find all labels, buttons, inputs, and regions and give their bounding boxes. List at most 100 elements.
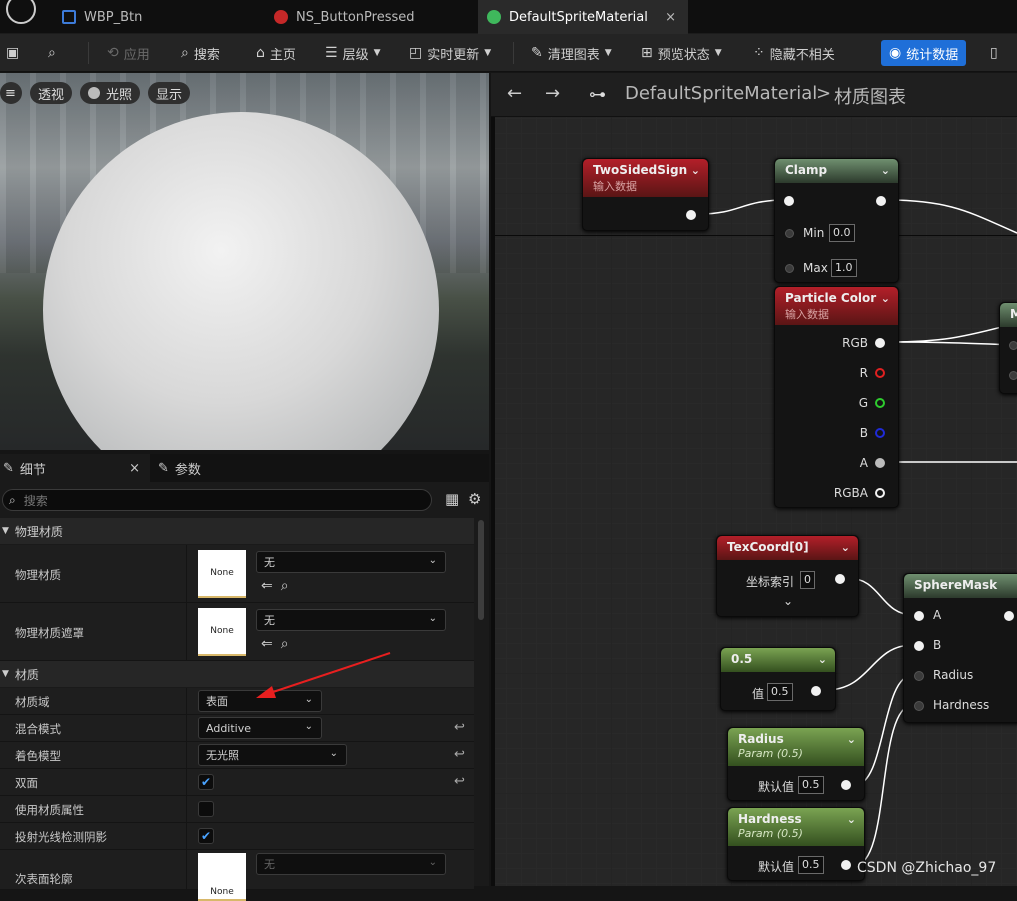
clean-graph-label: 清理图表 <box>547 47 600 63</box>
tab-wbp-btn[interactable]: WBP_Btn <box>62 0 142 34</box>
reset-to-default-icon[interactable]: ↩ <box>454 720 465 735</box>
output-pin[interactable] <box>1004 611 1014 621</box>
details-search-input[interactable]: ⌕ 搜索 <box>2 489 432 511</box>
chevron-down-icon[interactable]: ⌄ <box>881 292 890 305</box>
category-material[interactable]: ▼ 材质 <box>0 661 474 687</box>
min-value-field[interactable]: 0.0 <box>829 224 855 242</box>
use-selected-icon[interactable]: ⇐ <box>261 578 273 594</box>
default-value-field[interactable]: 0.5 <box>798 856 824 874</box>
close-icon[interactable]: × <box>665 10 676 25</box>
output-pin-r[interactable] <box>875 368 885 378</box>
asset-picker-dropdown[interactable]: 无 ⌄ <box>256 551 446 573</box>
output-pin[interactable] <box>811 686 821 696</box>
tab-details[interactable]: ✎ 细节 × <box>0 454 150 482</box>
shading-model-dropdown[interactable]: 无光照 ⌄ <box>198 744 347 766</box>
chevron-down-icon[interactable]: ⌄ <box>818 653 827 666</box>
two-sided-checkbox[interactable]: ✔ <box>198 774 214 790</box>
hierarchy-button[interactable]: ☰ 层级 ▼ <box>325 40 381 66</box>
breadcrumb-graph[interactable]: 材质图表 <box>834 83 906 109</box>
output-pin[interactable] <box>835 574 845 584</box>
asset-thumbnail[interactable]: None <box>198 550 246 598</box>
coordinate-index-field[interactable]: 0 <box>800 571 815 589</box>
max-value-field[interactable]: 1.0 <box>831 259 857 277</box>
browse-button[interactable]: ⌕ <box>48 40 61 66</box>
node-clamp[interactable]: Clamp ⌄ Min 0.0 Max 1.0 <box>774 158 899 283</box>
save-button[interactable]: ▣ <box>6 40 24 66</box>
input-pin[interactable] <box>784 196 794 206</box>
clean-graph-button[interactable]: ✎ 清理图表 ▼ <box>531 40 612 66</box>
tab-default-sprite-material[interactable]: DefaultSpriteMaterial × <box>478 0 688 34</box>
chevron-down-icon[interactable]: ⌄ <box>847 813 856 826</box>
lit-icon <box>88 87 100 99</box>
unreal-logo-icon[interactable] <box>6 0 36 24</box>
preview-state-button[interactable]: ⊞ 预览状态 ▼ <box>641 40 722 66</box>
home-button[interactable]: ⌂ 主页 <box>256 40 296 66</box>
reset-to-default-icon[interactable]: ↩ <box>454 774 465 789</box>
node-particle-color[interactable]: Particle Color 输入数据 ⌄ RGB R G B A RGBA <box>774 286 899 508</box>
apply-button[interactable]: ⟲ 应用 <box>107 40 150 66</box>
stats-label: 统计数据 <box>906 47 959 63</box>
node-spheremask[interactable]: SphereMask A B Radius Hardness <box>903 573 1017 723</box>
reset-to-default-icon[interactable]: ↩ <box>454 747 465 762</box>
min-pin[interactable] <box>785 229 794 238</box>
output-pin[interactable] <box>841 860 851 870</box>
show-button[interactable]: 显示 <box>148 82 191 104</box>
stats-button[interactable]: ◉ 统计数据 <box>881 40 967 66</box>
output-pin[interactable] <box>841 780 851 790</box>
output-pin-g[interactable] <box>875 398 885 408</box>
max-pin[interactable] <box>785 264 794 273</box>
tab-ns-buttonpressed[interactable]: NS_ButtonPressed <box>274 0 415 34</box>
node-texcoord[interactable]: TexCoord[0] ⌄ 坐标索引 0 ⌄ <box>716 535 859 617</box>
browse-asset-icon[interactable]: ⌕ <box>281 578 289 594</box>
expand-chevron-icon[interactable]: ⌄ <box>783 594 793 608</box>
chevron-down-icon[interactable]: ⌄ <box>881 164 890 177</box>
platform-stats-button[interactable]: ▯ <box>990 40 1003 66</box>
viewport-menu-button[interactable]: ≡ <box>0 82 22 104</box>
node-partial-multiply[interactable]: M <box>999 302 1017 394</box>
search-button[interactable]: ⌕ 搜索 <box>181 40 220 66</box>
input-pin[interactable] <box>1009 371 1017 380</box>
use-material-attributes-checkbox[interactable] <box>198 801 214 817</box>
forward-arrow-icon[interactable]: → <box>545 83 560 104</box>
input-pin[interactable] <box>1009 341 1017 350</box>
value-field[interactable]: 0.5 <box>767 683 793 701</box>
asset-thumbnail[interactable]: None <box>198 608 246 656</box>
chevron-down-icon[interactable]: ⌄ <box>847 733 856 746</box>
asset-picker-dropdown[interactable]: 无 ⌄ <box>256 609 446 631</box>
input-pin-b[interactable] <box>914 641 924 651</box>
material-graph-canvas[interactable]: ← → ⊶ DefaultSpriteMaterial > 材质图表 TwoSi… <box>491 73 1017 886</box>
output-pin[interactable] <box>686 210 696 220</box>
input-pin-hardness[interactable] <box>914 701 924 711</box>
table-view-icon[interactable]: ▦ <box>445 490 459 508</box>
default-value-field[interactable]: 0.5 <box>798 776 824 794</box>
blend-mode-dropdown[interactable]: Additive ⌄ <box>198 717 322 739</box>
node-twosidedsign[interactable]: TwoSidedSign 输入数据 ⌄ <box>582 158 709 231</box>
lit-button[interactable]: 光照 <box>80 82 141 104</box>
breadcrumb-asset[interactable]: DefaultSpriteMaterial <box>625 83 817 104</box>
details-scrollbar[interactable] <box>478 520 484 620</box>
raytraced-shadows-checkbox[interactable]: ✔ <box>198 828 214 844</box>
preview-viewport[interactable]: ≡ 透视 光照 显示 Z Y X <box>0 73 489 450</box>
close-icon[interactable]: × <box>129 461 140 476</box>
input-pin-a[interactable] <box>914 611 924 621</box>
asset-thumbnail[interactable]: None <box>198 853 246 901</box>
tab-params[interactable]: ✎ 参数 <box>158 454 201 482</box>
live-update-button[interactable]: ◰ 实时更新 ▼ <box>409 40 491 66</box>
node-constant[interactable]: 0.5 ⌄ 值 0.5 <box>720 647 836 711</box>
output-pin-a[interactable] <box>875 458 885 468</box>
perspective-button[interactable]: 透视 <box>30 82 73 104</box>
chevron-down-icon[interactable]: ⌄ <box>691 164 700 177</box>
input-pin-radius[interactable] <box>914 671 924 681</box>
output-pin[interactable] <box>876 196 886 206</box>
output-pin-b[interactable] <box>875 428 885 438</box>
asset-picker-dropdown[interactable]: 无 ⌄ <box>256 853 446 875</box>
chevron-down-icon[interactable]: ⌄ <box>841 541 850 554</box>
category-physical-material[interactable]: ▼ 物理材质 <box>0 518 474 544</box>
output-pin-rgb[interactable] <box>875 338 885 348</box>
node-radius-param[interactable]: Radius Param (0.5) ⌄ 默认值 0.5 <box>727 727 865 801</box>
settings-gear-icon[interactable]: ⚙ <box>468 490 481 508</box>
hide-unrelated-button[interactable]: ⁘ 隐藏不相关 <box>753 40 835 66</box>
node-hardness-param[interactable]: Hardness Param (0.5) ⌄ 默认值 0.5 <box>727 807 865 881</box>
back-arrow-icon[interactable]: ← <box>507 83 522 104</box>
output-pin-rgba[interactable] <box>875 488 885 498</box>
